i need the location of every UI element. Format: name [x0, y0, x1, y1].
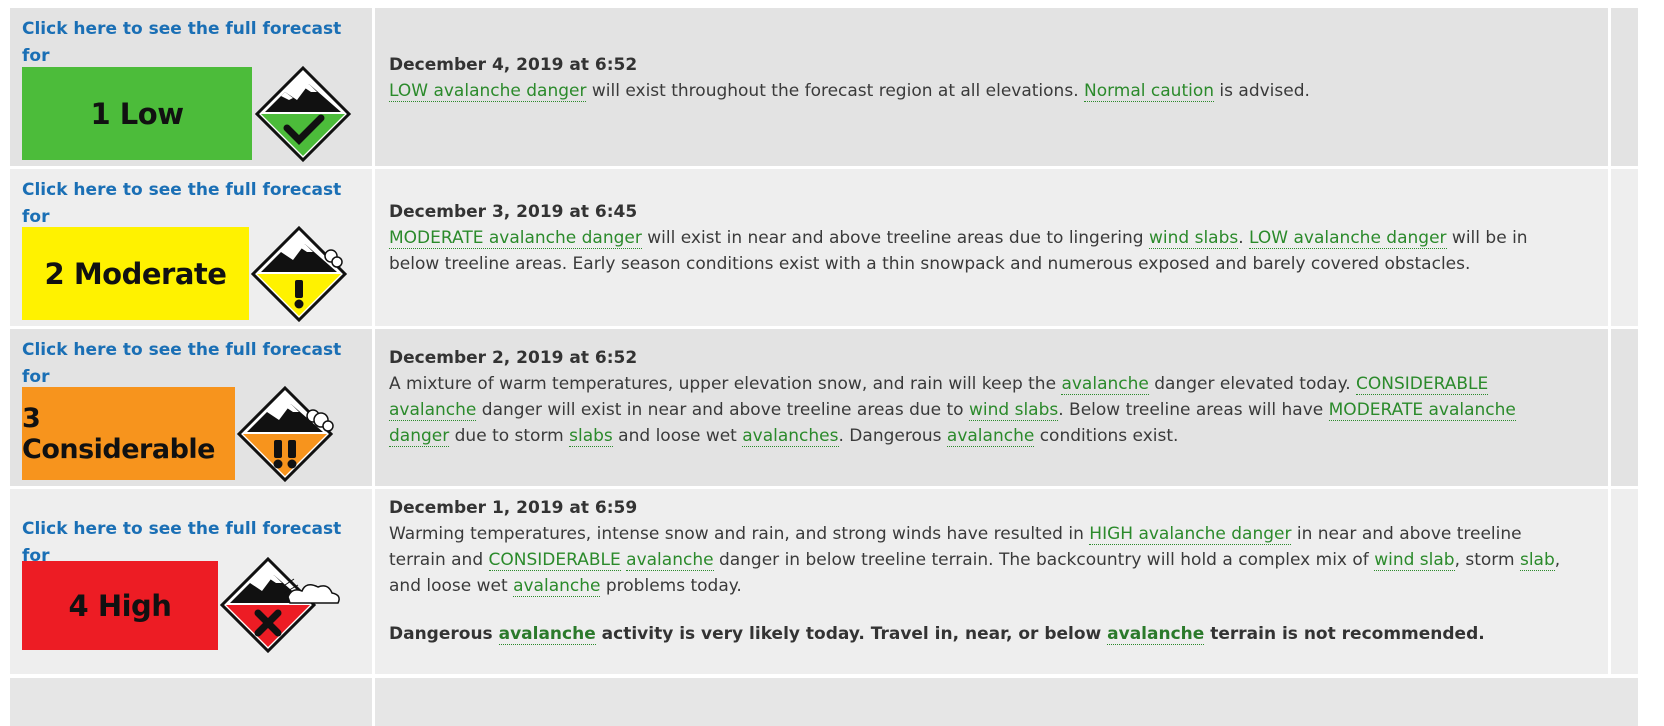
forecast-table: Click here to see the full forecast for … — [10, 8, 1638, 677]
glossary-link[interactable]: avalanche — [513, 576, 601, 597]
glossary-link[interactable]: HIGH avalanche danger — [1089, 524, 1292, 545]
forecast-row: Click here to see the full forecast for … — [10, 169, 1638, 329]
note-text: activity is very likely today. Travel in… — [595, 624, 1108, 644]
edge-cell — [1608, 489, 1638, 674]
mountain-check-icon — [254, 66, 352, 162]
glossary-link[interactable]: avalanche — [1061, 374, 1149, 395]
danger-rating-badge: 2 Moderate — [22, 227, 249, 320]
summary-text: danger in below treeline terrain. The ba… — [713, 550, 1375, 570]
forecast-summary: Warming temperatures, intense snow and r… — [389, 521, 1578, 599]
forecast-date: December 3, 2019 at 6:45 — [389, 202, 638, 222]
danger-warning-note: Dangerous avalanche activity is very lik… — [389, 621, 1578, 647]
forecast-cell-right: December 4, 2019 at 6:52 LOW avalanche d… — [375, 8, 1608, 166]
glossary-link[interactable]: avalanche — [946, 426, 1035, 447]
danger-rating-badge: 4 High — [22, 561, 218, 650]
glossary-link[interactable]: Normal caution — [1084, 81, 1215, 102]
danger-rating-label: 3 Considerable — [22, 402, 215, 465]
glossary-link[interactable]: wind slabs — [1148, 228, 1239, 249]
glossary-link[interactable]: avalanche — [498, 624, 596, 645]
summary-text: problems today. — [600, 576, 742, 596]
edge-cell — [1608, 8, 1638, 166]
next-row-partial — [10, 678, 1638, 726]
summary-text: . Below treeline areas will have — [1058, 400, 1329, 420]
glossary-link[interactable]: avalanche — [1107, 624, 1205, 645]
glossary-link[interactable]: slab — [1519, 550, 1555, 571]
forecast-cell-left: Click here to see the full forecast for … — [10, 8, 375, 166]
forecast-cell-left: Click here to see the full forecast for … — [10, 169, 375, 326]
glossary-link[interactable]: slabs — [569, 426, 613, 447]
forecast-date: December 4, 2019 at 6:52 — [389, 55, 638, 75]
summary-text: is advised. — [1214, 81, 1310, 101]
glossary-link[interactable]: CONSIDERABLE — [488, 550, 621, 571]
glossary-link[interactable]: CONSIDERABLE — [1356, 374, 1489, 395]
forecast-cell-left: Click here to see the full forecast for … — [10, 329, 375, 486]
summary-text: danger will exist in near and above tree… — [476, 400, 969, 420]
link-text: Click here to see the full forecast for — [22, 19, 342, 66]
danger-rating-badge: 3 Considerable — [22, 387, 235, 480]
glossary-link[interactable]: avalanches — [742, 426, 839, 447]
forecast-summary: LOW avalanche danger will exist througho… — [389, 78, 1578, 104]
danger-rating-label: 4 High — [68, 588, 172, 623]
mountain-x-icon — [219, 557, 340, 653]
glossary-link[interactable]: avalanche — [389, 400, 477, 421]
summary-text: . Dangerous — [838, 426, 947, 446]
note-text: Dangerous — [389, 624, 499, 644]
note-text: terrain is not recommended. — [1204, 624, 1485, 644]
summary-text: A mixture of warm temperatures, upper el… — [389, 374, 1062, 394]
glossary-link[interactable]: MODERATE avalanche danger — [389, 228, 642, 249]
glossary-link[interactable]: wind slabs — [968, 400, 1059, 421]
forecast-summary: MODERATE avalanche danger will exist in … — [389, 225, 1578, 277]
forecast-summary: A mixture of warm temperatures, upper el… — [389, 371, 1578, 449]
partial-left-cell — [10, 678, 375, 726]
summary-text: danger elevated today. — [1148, 374, 1357, 394]
glossary-link[interactable]: wind slab — [1374, 550, 1455, 571]
summary-text: due to storm — [449, 426, 570, 446]
danger-rating-badge: 1 Low — [22, 67, 252, 160]
summary-text: Warming temperatures, intense snow and r… — [389, 524, 1090, 544]
forecast-cell-left: Click here to see the full forecast for … — [10, 489, 375, 674]
glossary-link[interactable]: LOW avalanche danger — [1249, 228, 1447, 249]
edge-cell — [1608, 329, 1638, 486]
danger-rating-label: 2 Moderate — [44, 256, 227, 291]
summary-text: will exist in near and above treeline ar… — [641, 228, 1149, 248]
glossary-link[interactable]: avalanche — [626, 550, 714, 571]
summary-text: conditions exist. — [1034, 426, 1179, 446]
forecast-cell-right: December 2, 2019 at 6:52 A mixture of wa… — [375, 329, 1608, 486]
forecast-date: December 2, 2019 at 6:52 — [389, 348, 638, 368]
glossary-link[interactable]: LOW avalanche danger — [389, 81, 587, 102]
summary-text: , storm — [1454, 550, 1520, 570]
summary-text: and loose wet — [612, 426, 743, 446]
edge-cell — [1608, 169, 1638, 326]
mountain-exclamation-icon — [250, 226, 348, 322]
forecast-cell-right: December 1, 2019 at 6:59 Warming tempera… — [375, 489, 1608, 674]
forecast-row: Click here to see the full forecast for … — [10, 489, 1638, 677]
danger-rating-label: 1 Low — [90, 96, 184, 131]
forecast-cell-right: December 3, 2019 at 6:45 MODERATE avalan… — [375, 169, 1608, 326]
link-text: Click here to see the full forecast for — [22, 180, 342, 227]
forecast-row: Click here to see the full forecast for … — [10, 329, 1638, 489]
summary-text: will exist throughout the forecast regio… — [586, 81, 1084, 101]
mountain-double-exclamation-icon — [236, 386, 334, 482]
forecast-row: Click here to see the full forecast for … — [10, 8, 1638, 169]
partial-right-cell — [375, 678, 1638, 726]
link-text: Click here to see the full forecast for — [22, 340, 342, 387]
forecast-date: December 1, 2019 at 6:59 — [389, 498, 638, 518]
summary-text: . — [1238, 228, 1250, 248]
